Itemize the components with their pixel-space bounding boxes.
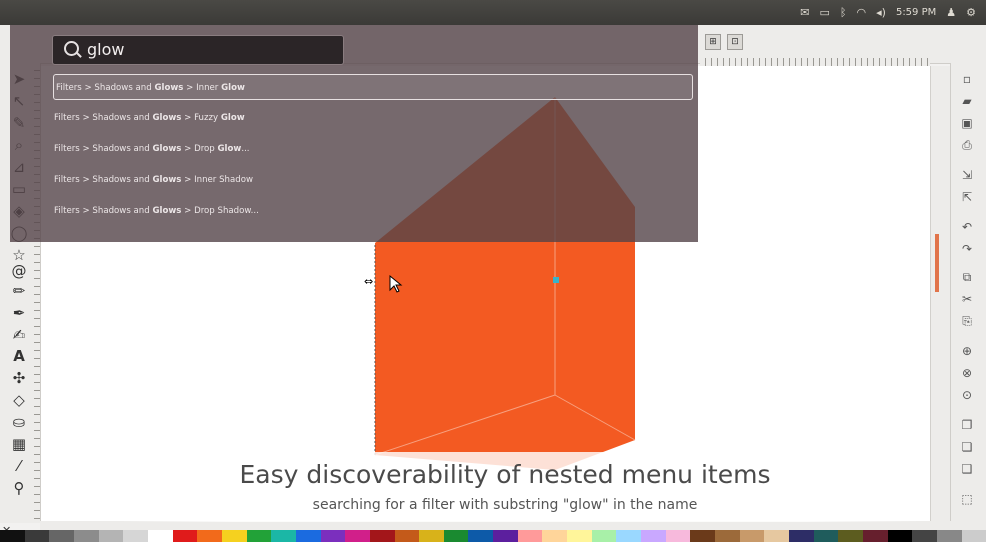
cut-icon[interactable]: ✂ bbox=[958, 291, 976, 307]
color-swatch[interactable] bbox=[641, 530, 666, 542]
color-swatch[interactable] bbox=[49, 530, 74, 542]
spiral-tool-icon[interactable]: @ bbox=[8, 261, 30, 281]
color-palette[interactable] bbox=[0, 530, 986, 542]
duplicate-icon[interactable]: ❐ bbox=[958, 417, 976, 433]
group-icon[interactable]: ⬚ bbox=[958, 491, 976, 507]
color-swatch[interactable] bbox=[887, 530, 913, 542]
copy-icon[interactable]: ⧉ bbox=[958, 269, 976, 285]
hud-search-field[interactable]: glow bbox=[52, 35, 344, 65]
spray-tool-icon[interactable]: ✣ bbox=[8, 368, 30, 388]
status-bar bbox=[40, 521, 986, 530]
color-swatch[interactable] bbox=[172, 530, 198, 542]
color-swatch[interactable] bbox=[813, 530, 839, 542]
color-swatch[interactable] bbox=[147, 530, 173, 542]
color-swatch[interactable] bbox=[862, 530, 888, 542]
color-swatch[interactable] bbox=[320, 530, 346, 542]
color-swatch[interactable] bbox=[419, 530, 444, 542]
hud-result-item[interactable]: Filters > Shadows and Glows > Inner Glow bbox=[53, 74, 693, 100]
bucket-tool-icon[interactable]: ⛀ bbox=[8, 412, 30, 432]
color-swatch[interactable] bbox=[912, 530, 937, 542]
hud-result-item[interactable]: Filters > Shadows and Glows > Inner Shad… bbox=[52, 167, 692, 193]
paste-icon[interactable]: ⎘ bbox=[958, 313, 976, 329]
color-swatch[interactable] bbox=[838, 530, 863, 542]
color-swatch[interactable] bbox=[394, 530, 420, 542]
color-swatch[interactable] bbox=[567, 530, 592, 542]
zoom-page-icon[interactable]: ⊙ bbox=[958, 387, 976, 403]
gradient-tool-icon[interactable]: ▦ bbox=[8, 434, 30, 454]
color-swatch[interactable] bbox=[715, 530, 740, 542]
caption-subtitle: searching for a filter with substring "g… bbox=[312, 497, 698, 513]
color-swatch[interactable] bbox=[345, 530, 370, 542]
color-swatch[interactable] bbox=[517, 530, 543, 542]
color-swatch[interactable] bbox=[616, 530, 642, 542]
scale-handle-left[interactable]: ⇔ bbox=[364, 275, 373, 288]
color-swatch[interactable] bbox=[369, 530, 395, 542]
color-swatch[interactable] bbox=[271, 530, 296, 542]
export-icon[interactable]: ⇱ bbox=[958, 189, 976, 205]
zoom-drawing-icon[interactable]: ⊗ bbox=[958, 365, 976, 381]
color-swatch[interactable] bbox=[739, 530, 765, 542]
color-swatch[interactable] bbox=[665, 530, 691, 542]
hud-result-item[interactable]: Filters > Shadows and Glows > Fuzzy Glow bbox=[52, 105, 692, 131]
color-swatch[interactable] bbox=[468, 530, 494, 542]
redo-icon[interactable]: ↷ bbox=[958, 241, 976, 257]
vertical-scrollbar[interactable] bbox=[930, 66, 951, 521]
color-swatch[interactable] bbox=[690, 530, 716, 542]
color-swatch[interactable] bbox=[764, 530, 789, 542]
color-swatch[interactable] bbox=[493, 530, 518, 542]
text-tool-icon[interactable]: A bbox=[8, 346, 30, 366]
color-swatch[interactable] bbox=[24, 530, 50, 542]
scrollbar-thumb[interactable] bbox=[935, 234, 939, 292]
color-swatch[interactable] bbox=[221, 530, 247, 542]
dropper-tool-icon[interactable]: ⁄ bbox=[8, 456, 30, 476]
commands-bar: ▫ ▰ ▣ ⎙ ⇲ ⇱ ↶ ↷ ⧉ ✂ ⎘ ⊕ ⊗ ⊙ ❐ ❏ ❑ ⬚ bbox=[950, 63, 986, 523]
open-folder-icon[interactable]: ▰ bbox=[958, 93, 976, 109]
import-icon[interactable]: ⇲ bbox=[958, 167, 976, 183]
eraser-tool-icon[interactable]: ◇ bbox=[8, 390, 30, 410]
color-swatch[interactable] bbox=[98, 530, 124, 542]
connector-tool-icon[interactable]: ⚲ bbox=[8, 478, 30, 498]
color-swatch[interactable] bbox=[0, 530, 25, 542]
calligraphy-tool-icon[interactable]: ✍ bbox=[8, 325, 30, 345]
pen-tool-icon[interactable]: ✒ bbox=[8, 303, 30, 323]
color-swatch[interactable] bbox=[123, 530, 148, 542]
color-swatch[interactable] bbox=[197, 530, 222, 542]
pencil-tool-icon[interactable]: ✏ bbox=[8, 281, 30, 301]
new-document-icon[interactable]: ▫ bbox=[958, 71, 976, 87]
color-swatch[interactable] bbox=[936, 530, 962, 542]
color-swatch[interactable] bbox=[246, 530, 272, 542]
clone-icon[interactable]: ❏ bbox=[958, 439, 976, 455]
color-swatch[interactable] bbox=[789, 530, 814, 542]
hud-result-item[interactable]: Filters > Shadows and Glows > Drop Shado… bbox=[52, 198, 692, 224]
color-swatch[interactable] bbox=[73, 530, 99, 542]
hud-result-item[interactable]: Filters > Shadows and Glows > Drop Glow.… bbox=[52, 136, 692, 162]
rotation-center-handle[interactable] bbox=[553, 277, 559, 283]
color-swatch[interactable] bbox=[591, 530, 617, 542]
caption-title: Easy discoverability of nested menu item… bbox=[239, 460, 771, 489]
zoom-selection-icon[interactable]: ⊕ bbox=[958, 343, 976, 359]
color-swatch[interactable] bbox=[542, 530, 568, 542]
color-swatch[interactable] bbox=[961, 530, 986, 542]
color-swatch[interactable] bbox=[295, 530, 321, 542]
unlink-clone-icon[interactable]: ❑ bbox=[958, 461, 976, 477]
print-icon[interactable]: ⎙ bbox=[958, 137, 976, 153]
search-icon bbox=[64, 41, 79, 56]
save-icon[interactable]: ▣ bbox=[958, 115, 976, 131]
undo-icon[interactable]: ↶ bbox=[958, 219, 976, 235]
color-swatch[interactable] bbox=[443, 530, 469, 542]
hud-search-query[interactable]: glow bbox=[87, 40, 124, 59]
